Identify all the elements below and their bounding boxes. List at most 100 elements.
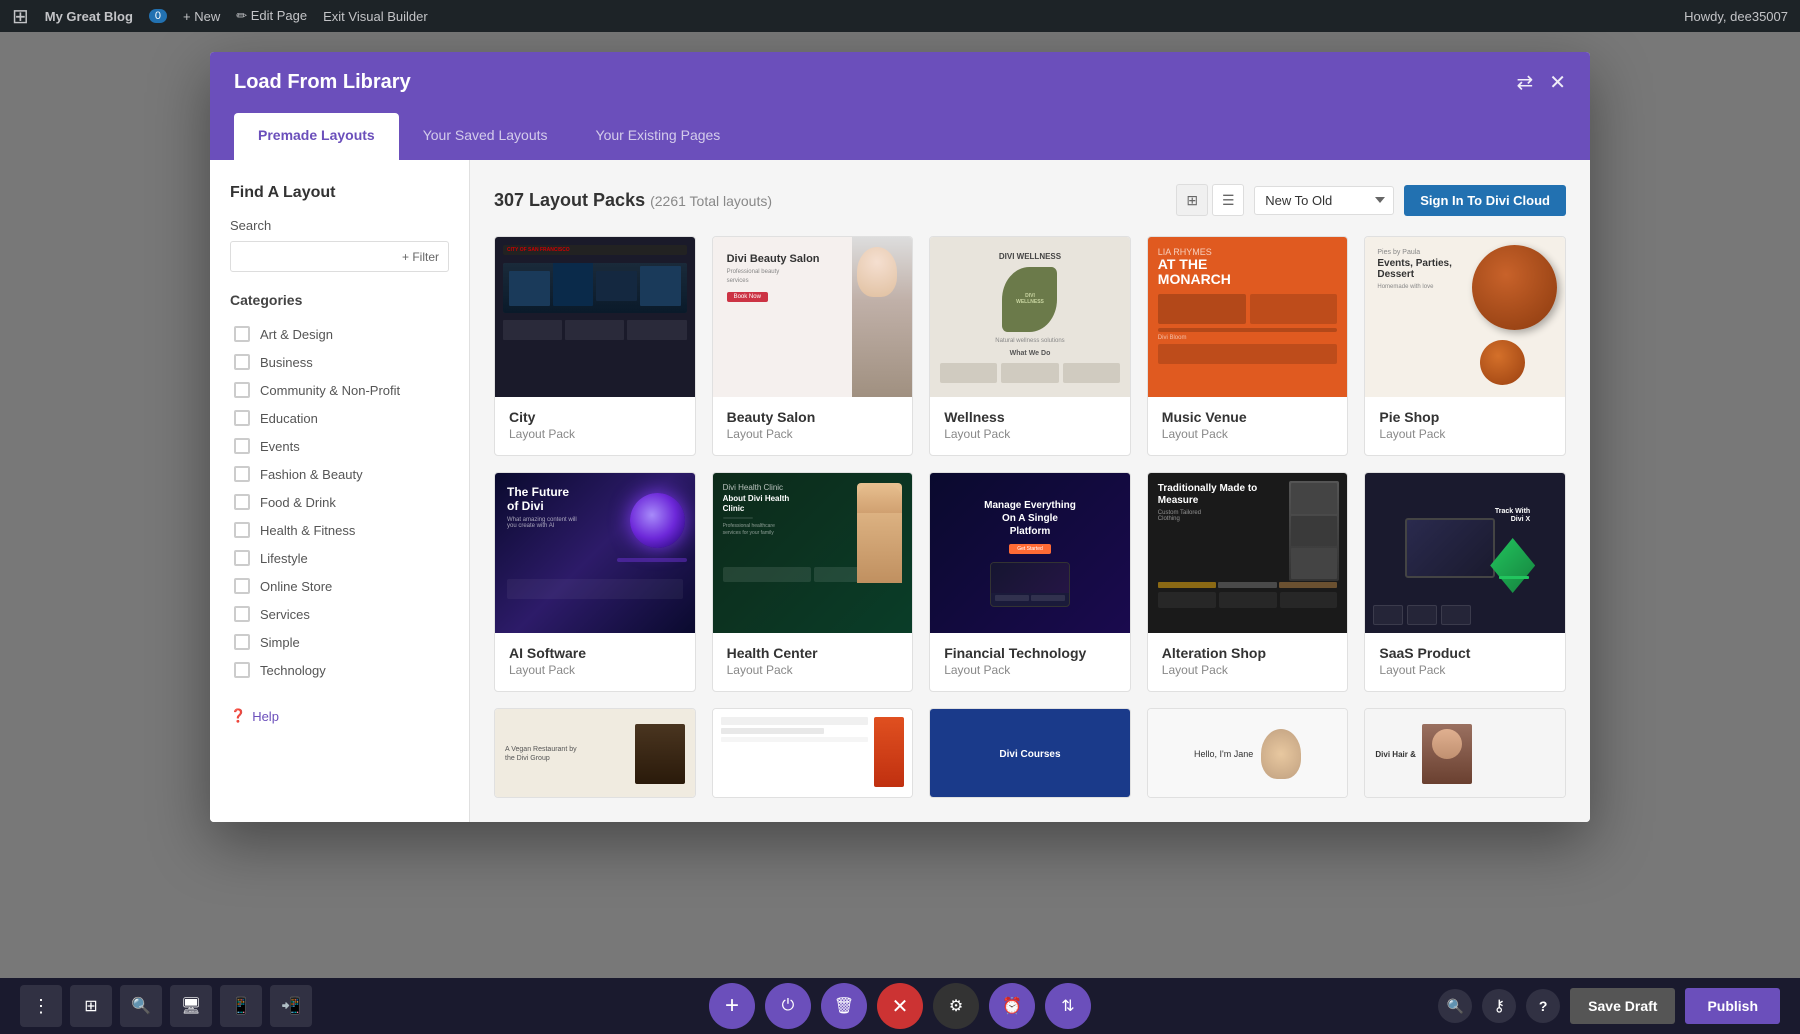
layout-name-music: Music Venue [1162, 409, 1334, 425]
filter-button[interactable]: + Filter [396, 246, 445, 268]
layout-card-fintech[interactable]: Manage EverythingOn A SinglePlatform Get… [929, 472, 1131, 692]
layout-card-info-saas: SaaS Product Layout Pack [1365, 633, 1565, 691]
layout-thumb-alteration: Traditionally Made toMeasure Custom Tail… [1148, 473, 1348, 633]
category-art[interactable]: Art & Design [230, 320, 449, 348]
menu-dots-icon[interactable]: ⋮ [20, 985, 62, 1027]
list-view-button[interactable]: ☰ [1212, 184, 1244, 216]
exit-vb-link[interactable]: Exit Visual Builder [323, 9, 428, 24]
header-actions: ⊞ ☰ New To Old Old To New A to Z Z to A … [1176, 184, 1566, 216]
search-page-icon[interactable]: 🔍 [120, 985, 162, 1027]
layout-thumb-fintech: Manage EverythingOn A SinglePlatform Get… [930, 473, 1130, 633]
layout-card-civil-eng[interactable] [712, 708, 914, 798]
category-food[interactable]: Food & Drink [230, 488, 449, 516]
category-simple[interactable]: Simple [230, 628, 449, 656]
tab-premade-layouts[interactable]: Premade Layouts [234, 113, 399, 160]
category-online-store[interactable]: Online Store [230, 572, 449, 600]
layout-card-courses[interactable]: Divi Courses [929, 708, 1131, 798]
category-lifestyle[interactable]: Lifestyle [230, 544, 449, 572]
layout-card-info-ai: AI Software Layout Pack [495, 633, 695, 691]
add-content-button[interactable]: + [709, 983, 755, 1029]
help-link[interactable]: ❓ Help [230, 708, 449, 724]
layout-card-alteration[interactable]: Traditionally Made toMeasure Custom Tail… [1147, 472, 1349, 692]
category-community[interactable]: Community & Non-Profit [230, 376, 449, 404]
help-button[interactable]: ? [1526, 989, 1560, 1023]
layout-card-vegan[interactable]: A Vegan Restaurant bythe Divi Group [494, 708, 696, 798]
new-link[interactable]: + New [183, 9, 220, 24]
publish-button[interactable]: Publish [1685, 988, 1780, 1024]
layout-type-pie: Layout Pack [1379, 427, 1551, 441]
search-input-wrap: + Filter [230, 241, 449, 272]
category-checkbox-business [234, 354, 250, 370]
edit-page-link[interactable]: ✏ Edit Page [236, 8, 307, 24]
bottom-bar: ⋮ ⊞ 🔍 🖥 📱 📲 + ⏻ 🗑 ✕ ⚙ ⏰ ⇅ 🔍 ⚷ ? Save Dra… [0, 978, 1800, 1034]
desktop-view-icon[interactable]: 🖥 [170, 985, 212, 1027]
layout-type-ai: Layout Pack [509, 663, 681, 677]
category-checkbox-health-fitness [234, 522, 250, 538]
wp-logo-icon[interactable]: ⊞ [12, 4, 29, 29]
layout-card-saas[interactable]: Track WithDivi X [1364, 472, 1566, 692]
trash-button[interactable]: 🗑 [821, 983, 867, 1029]
layout-name-city: City [509, 409, 681, 425]
layout-icon[interactable]: ⊞ [70, 985, 112, 1027]
category-technology[interactable]: Technology [230, 656, 449, 684]
split-icon[interactable]: ⇄ [1516, 70, 1533, 95]
tab-existing-pages[interactable]: Your Existing Pages [572, 113, 745, 160]
tablet-view-icon[interactable]: 📱 [220, 985, 262, 1027]
layout-card-info-pie: Pie Shop Layout Pack [1365, 397, 1565, 455]
layout-card-city[interactable]: CITY OF SAN FRANCISCO [494, 236, 696, 456]
sign-in-divi-cloud-button[interactable]: Sign In To Divi Cloud [1404, 185, 1566, 216]
layout-thumb-jane: Hello, I'm Jane [1148, 709, 1348, 798]
layout-thumb-vegan: A Vegan Restaurant bythe Divi Group [495, 709, 695, 798]
layout-grid-partial: A Vegan Restaurant bythe Divi Group [494, 708, 1566, 798]
category-label-online-store: Online Store [260, 579, 332, 594]
site-name[interactable]: My Great Blog [45, 9, 133, 24]
search-small-icon[interactable]: 🔍 [1438, 989, 1472, 1023]
layout-name-alteration: Alteration Shop [1162, 645, 1334, 661]
reorder-button[interactable]: ⇅ [1045, 983, 1091, 1029]
category-health-fitness[interactable]: Health & Fitness [230, 516, 449, 544]
help-label: Help [252, 709, 279, 724]
save-draft-button[interactable]: Save Draft [1570, 988, 1675, 1024]
layout-card-ai-software[interactable]: The Futureof Divi What amazing content w… [494, 472, 696, 692]
grid-view-button[interactable]: ⊞ [1176, 184, 1208, 216]
layout-type-saas: Layout Pack [1379, 663, 1551, 677]
category-checkbox-art [234, 326, 250, 342]
layout-thumb-pie-shop: Pies by Paula Events, Parties,Dessert Ho… [1365, 237, 1565, 397]
category-services[interactable]: Services [230, 600, 449, 628]
layout-card-beauty-salon[interactable]: Divi Beauty Salon Professional beautyser… [712, 236, 914, 456]
layout-name-health-center: Health Center [727, 645, 899, 661]
category-label-simple: Simple [260, 635, 300, 650]
sort-select[interactable]: New To Old Old To New A to Z Z to A [1254, 186, 1394, 215]
layout-grid-row1: CITY OF SAN FRANCISCO [494, 236, 1566, 456]
layout-card-music-venue[interactable]: LIA RHYMES AT THEMONARCH Divi Bloom [1147, 236, 1349, 456]
tab-saved-layouts[interactable]: Your Saved Layouts [399, 113, 572, 160]
timer-button[interactable]: ⏰ [989, 983, 1035, 1029]
layout-thumb-courses: Divi Courses [930, 709, 1130, 798]
close-button[interactable]: ✕ [877, 983, 923, 1029]
comment-count-badge[interactable]: 0 [149, 9, 167, 23]
layout-card-jane[interactable]: Hello, I'm Jane [1147, 708, 1349, 798]
close-icon[interactable]: ✕ [1549, 70, 1566, 95]
category-label-services: Services [260, 607, 310, 622]
settings-button[interactable]: ⚙ [933, 983, 979, 1029]
layout-type-fintech: Layout Pack [944, 663, 1116, 677]
layout-card-wellness[interactable]: DIVI WELLNESS DIVIWELLNESS Natural welln… [929, 236, 1131, 456]
category-fashion[interactable]: Fashion & Beauty [230, 460, 449, 488]
category-checkbox-simple [234, 634, 250, 650]
category-checkbox-food [234, 494, 250, 510]
layout-count: 307 Layout Packs (2261 Total layouts) [494, 190, 772, 211]
category-label-events: Events [260, 439, 300, 454]
category-events[interactable]: Events [230, 432, 449, 460]
mobile-view-icon[interactable]: 📲 [270, 985, 312, 1027]
category-label-business: Business [260, 355, 313, 370]
category-label-health-fitness: Health & Fitness [260, 523, 355, 538]
category-business[interactable]: Business [230, 348, 449, 376]
accessibility-icon[interactable]: ⚷ [1482, 989, 1516, 1023]
modal-header: Load From Library ⇄ ✕ [210, 52, 1590, 113]
layout-card-health-center[interactable]: Divi Health Clinic About Divi HealthClin… [712, 472, 914, 692]
layout-card-hair[interactable]: Divi Hair & [1364, 708, 1566, 798]
category-education[interactable]: Education [230, 404, 449, 432]
layout-card-pie-shop[interactable]: Pies by Paula Events, Parties,Dessert Ho… [1364, 236, 1566, 456]
power-button[interactable]: ⏻ [765, 983, 811, 1029]
category-checkbox-technology [234, 662, 250, 678]
